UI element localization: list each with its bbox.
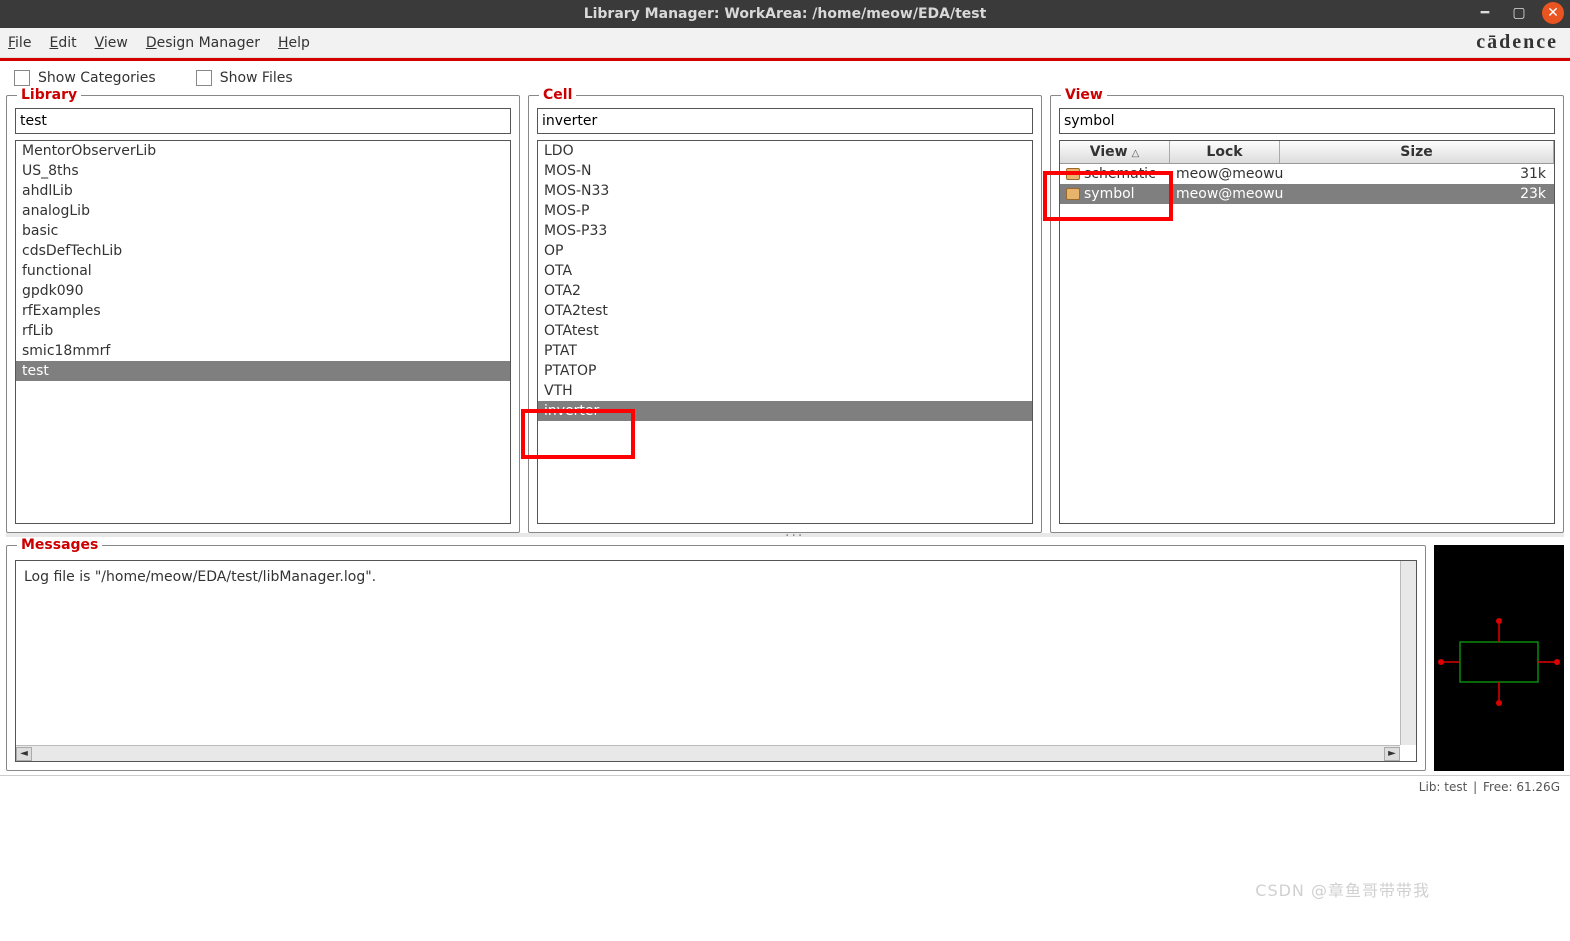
cell-view-name: schematic	[1084, 166, 1156, 182]
list-item[interactable]: rfLib	[16, 321, 510, 341]
status-free: Free: 61.26G	[1483, 780, 1560, 794]
list-item[interactable]: analogLib	[16, 201, 510, 221]
view-type-icon	[1066, 168, 1080, 180]
symbol-preview	[1434, 545, 1564, 771]
checkbox-icon	[196, 70, 212, 86]
messages-legend: Messages	[17, 537, 102, 553]
view-table: View△ Lock Size schematicmeow@meowu31ksy…	[1059, 140, 1555, 524]
list-item[interactable]: MOS-P	[538, 201, 1032, 221]
scrollbar-horizontal[interactable]: ◄ ►	[16, 745, 1400, 761]
cell-lock: meow@meowu	[1170, 184, 1280, 204]
view-type-icon	[1066, 188, 1080, 200]
title-bar: Library Manager: WorkArea: /home/meow/ED…	[0, 0, 1570, 28]
view-filter-input[interactable]	[1059, 108, 1555, 134]
list-item[interactable]: MentorObserverLib	[16, 141, 510, 161]
cell-panel: Cell LDOMOS-NMOS-N33MOS-PMOS-P33OPOTAOTA…	[528, 95, 1042, 533]
brand-logo: cādence	[1476, 31, 1558, 54]
status-bar: Lib: test | Free: 61.26G	[0, 775, 1570, 797]
view-panel: View View△ Lock Size schematicmeow@meowu…	[1050, 95, 1564, 533]
library-panel: Library MentorObserverLibUS_8thsahdlLiba…	[6, 95, 520, 533]
status-sep: |	[1469, 780, 1481, 794]
menu-edit[interactable]: Edit	[49, 35, 76, 51]
column-header-lock[interactable]: Lock	[1170, 141, 1280, 163]
options-bar: Show Categories Show Files	[0, 61, 1570, 95]
sort-asc-icon: △	[1132, 148, 1140, 159]
list-item[interactable]: rfExamples	[16, 301, 510, 321]
library-filter-input[interactable]	[15, 108, 511, 134]
list-item[interactable]: gpdk090	[16, 281, 510, 301]
list-item[interactable]: OTA2	[538, 281, 1032, 301]
symbol-preview-graphic	[1438, 617, 1560, 707]
list-item[interactable]: PTATOP	[538, 361, 1032, 381]
column-header-size[interactable]: Size	[1280, 141, 1554, 163]
minimize-button[interactable]: ━	[1474, 2, 1496, 24]
list-item[interactable]: LDO	[538, 141, 1032, 161]
library-legend: Library	[17, 87, 81, 103]
checkbox-icon	[14, 70, 30, 86]
messages-textbox[interactable]: Log file is "/home/meow/EDA/test/libMana…	[15, 560, 1417, 762]
scroll-right-icon[interactable]: ►	[1384, 747, 1400, 761]
list-item[interactable]: basic	[16, 221, 510, 241]
list-item[interactable]: ahdlLib	[16, 181, 510, 201]
list-item[interactable]: functional	[16, 261, 510, 281]
scroll-left-icon[interactable]: ◄	[16, 747, 32, 761]
column-header-view[interactable]: View△	[1060, 141, 1170, 163]
list-item[interactable]: OTA2test	[538, 301, 1032, 321]
list-item[interactable]: MOS-N33	[538, 181, 1032, 201]
cell-list[interactable]: LDOMOS-NMOS-N33MOS-PMOS-P33OPOTAOTA2OTA2…	[537, 140, 1033, 524]
window-title: Library Manager: WorkArea: /home/meow/ED…	[584, 6, 987, 22]
list-item[interactable]: VTH	[538, 381, 1032, 401]
library-list[interactable]: MentorObserverLibUS_8thsahdlLibanalogLib…	[15, 140, 511, 524]
list-item[interactable]: cdsDefTechLib	[16, 241, 510, 261]
scrollbar-vertical[interactable]	[1400, 561, 1416, 745]
view-legend: View	[1061, 87, 1107, 103]
status-lib: Lib: test	[1419, 780, 1468, 794]
cell-filter-input[interactable]	[537, 108, 1033, 134]
list-item[interactable]: OTAtest	[538, 321, 1032, 341]
cell-size: 31k	[1280, 164, 1554, 184]
table-row[interactable]: symbol meow@meowu23k	[1060, 184, 1554, 204]
messages-text: Log file is "/home/meow/EDA/test/libMana…	[24, 569, 376, 585]
list-item[interactable]: OP	[538, 241, 1032, 261]
table-row[interactable]: schematic meow@meowu31k	[1060, 164, 1554, 184]
list-item[interactable]: test	[16, 361, 510, 381]
cell-legend: Cell	[539, 87, 576, 103]
close-button[interactable]: ✕	[1542, 2, 1564, 24]
cell-view-name: symbol	[1084, 186, 1135, 202]
list-item[interactable]: OTA	[538, 261, 1032, 281]
view-table-header: View△ Lock Size	[1060, 141, 1554, 164]
show-files-checkbox[interactable]: Show Files	[196, 70, 293, 86]
horizontal-sash[interactable]	[6, 533, 1564, 537]
list-item[interactable]: US_8ths	[16, 161, 510, 181]
list-item[interactable]: inverter	[538, 401, 1032, 421]
messages-panel: Messages Log file is "/home/meow/EDA/tes…	[6, 545, 1426, 771]
maximize-button[interactable]: ▢	[1508, 2, 1530, 24]
cell-lock: meow@meowu	[1170, 164, 1280, 184]
menu-help[interactable]: Help	[278, 35, 310, 51]
menu-file[interactable]: File	[8, 35, 31, 51]
menu-design-manager[interactable]: Design Manager	[146, 35, 260, 51]
menu-bar: File Edit View Design Manager Help cāden…	[0, 28, 1570, 58]
list-item[interactable]: PTAT	[538, 341, 1032, 361]
show-categories-label: Show Categories	[38, 70, 156, 86]
show-files-label: Show Files	[220, 70, 293, 86]
list-item[interactable]: smic18mmrf	[16, 341, 510, 361]
menu-view[interactable]: View	[95, 35, 128, 51]
show-categories-checkbox[interactable]: Show Categories	[14, 70, 156, 86]
cell-size: 23k	[1280, 184, 1554, 204]
watermark: CSDN @章鱼哥带带我	[1255, 877, 1430, 901]
list-item[interactable]: MOS-P33	[538, 221, 1032, 241]
list-item[interactable]: MOS-N	[538, 161, 1032, 181]
